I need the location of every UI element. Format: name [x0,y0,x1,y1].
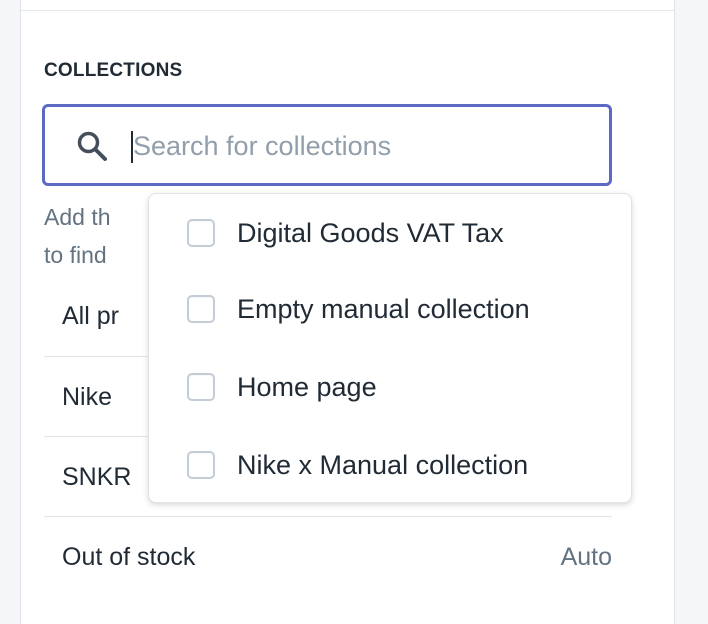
helper-text-visible: Add th to find [44,204,111,268]
option-checkbox[interactable] [187,451,215,479]
collection-name: Nike [62,383,113,411]
collection-name: All pr [62,302,119,330]
collection-option[interactable]: Digital Goods VAT Tax [149,206,631,266]
option-label: Nike x Manual collection [237,450,529,480]
collections-section-title: COLLECTIONS [44,60,183,81]
option-checkbox[interactable] [187,219,215,247]
collection-type: Auto [560,543,612,571]
collection-search-input[interactable] [133,125,593,167]
collection-name: SNKR [62,463,132,491]
collection-option[interactable]: Home page [149,360,631,420]
collection-name: Out of stock [62,543,196,571]
collection-search-box[interactable] [42,104,612,186]
search-icon [77,131,107,161]
collection-option[interactable]: Empty manual collection [149,282,631,342]
option-label: Empty manual collection [237,294,530,324]
option-label: Digital Goods VAT Tax [237,218,504,248]
collection-row[interactable]: Out of stock Auto [44,516,612,596]
option-checkbox[interactable] [187,373,215,401]
option-label: Home page [237,372,377,402]
card-divider [21,10,674,11]
page: COLLECTIONS Add thto find All pr Nike SN… [0,0,708,624]
collection-options-dropdown: Digital Goods VAT Tax Empty manual colle… [148,193,632,503]
option-checkbox[interactable] [187,295,215,323]
collection-option[interactable]: Nike x Manual collection [149,438,631,498]
